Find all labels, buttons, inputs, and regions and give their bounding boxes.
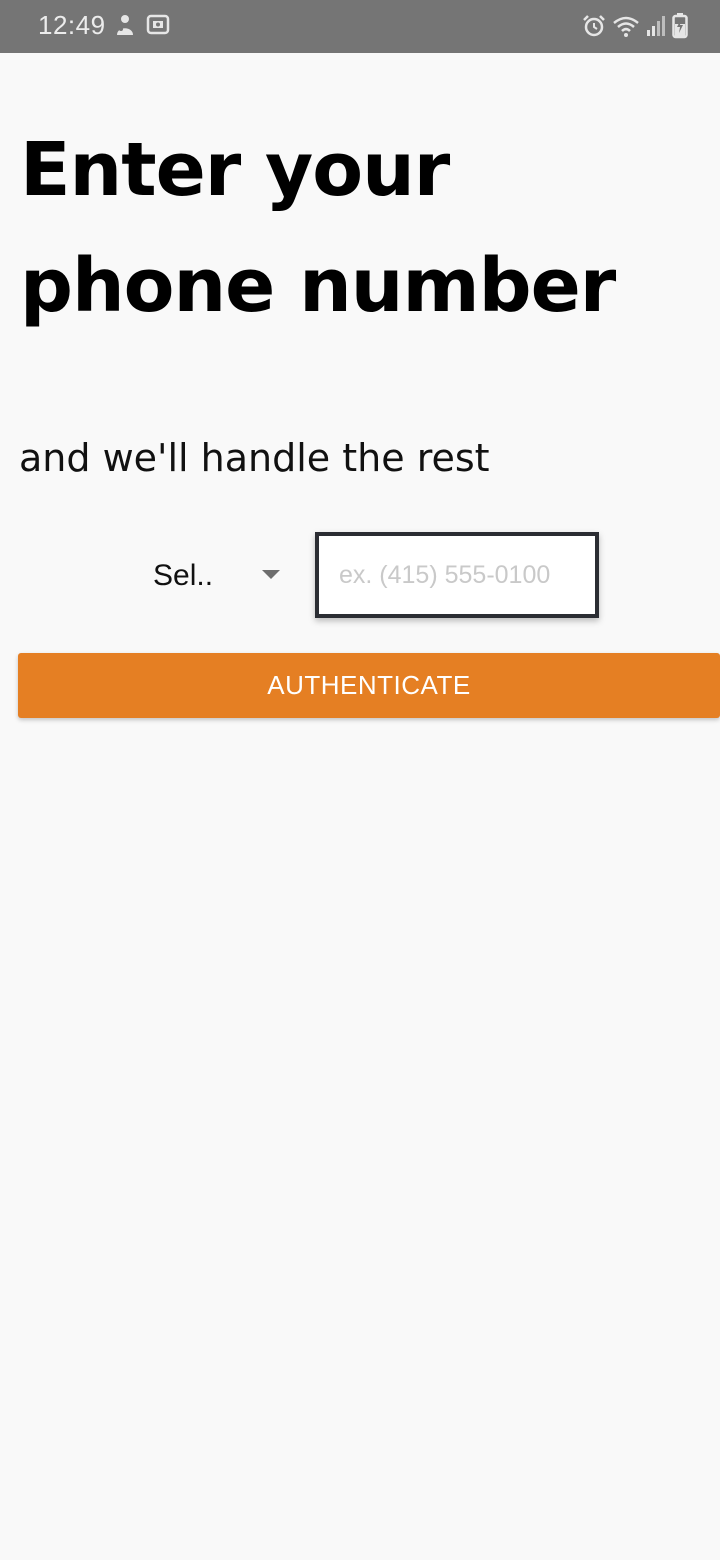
authenticate-button[interactable]: AUTHENTICATE: [18, 653, 720, 718]
country-code-select[interactable]: Sel..: [140, 550, 290, 602]
screen-record-icon: [146, 14, 170, 36]
status-bar: 12:49: [0, 0, 720, 53]
phone-number-input[interactable]: [315, 532, 599, 618]
notification-app-icon: [114, 13, 136, 37]
alarm-icon: [582, 14, 606, 38]
status-time: 12:49: [38, 10, 106, 40]
page-title: Enter your phone number: [20, 127, 616, 329]
country-select-value: Sel..: [153, 559, 214, 592]
status-right-icons: [582, 13, 688, 39]
page-subtitle: and we'll handle the rest: [19, 436, 490, 480]
chevron-down-icon: [262, 570, 280, 579]
wifi-icon: [612, 14, 640, 38]
battery-charging-icon: [672, 13, 688, 39]
status-left-icons: [114, 13, 170, 37]
cell-signal-icon: [646, 15, 666, 37]
